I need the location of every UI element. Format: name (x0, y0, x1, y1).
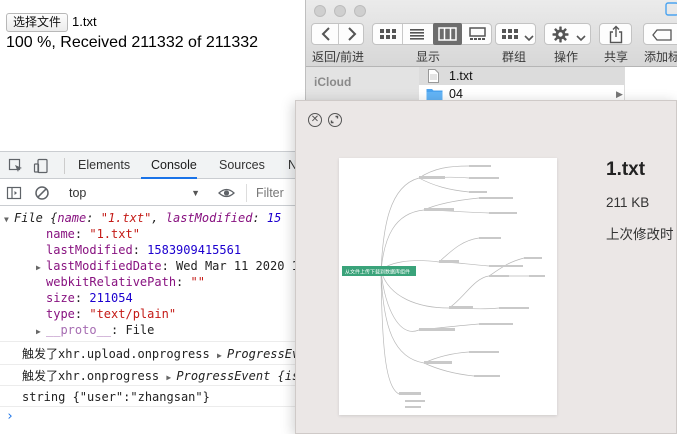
share-icon (609, 25, 623, 49)
upload-progress-text: 100 %, Received 211332 of 211332 (6, 34, 259, 51)
tab-elements[interactable]: Elements (78, 158, 130, 172)
list-view-icon[interactable] (408, 27, 426, 46)
selected-file-name: 1.txt (72, 14, 97, 29)
sidebar-section-icloud: iCloud (314, 75, 352, 89)
chevron-down-icon (576, 29, 586, 47)
prop-type: type: "text/plain" (46, 307, 177, 321)
message-divider (0, 385, 305, 386)
console-output: ▼ File {name: "1.txt", lastModified: 15 n… (0, 207, 306, 434)
tag-icon (652, 28, 672, 46)
toolbar-divider (64, 158, 65, 174)
quicklook-file-size: 211 KB (606, 195, 650, 210)
tab-sources[interactable]: Sources (219, 158, 265, 172)
gallery-view-icon[interactable] (468, 27, 487, 46)
close-icon[interactable]: ✕ (308, 113, 322, 127)
segment-divider (402, 24, 403, 44)
back-arrow-icon[interactable] (319, 25, 333, 48)
group-label: 群组 (502, 50, 527, 64)
inspect-element-icon[interactable] (8, 158, 24, 174)
expand-closed-icon[interactable]: ▶ (36, 324, 46, 340)
quicklook-modified-label: 上次修改时 (606, 227, 674, 243)
quicklook-file-name: 1.txt (606, 159, 646, 180)
sidebar-toggle-icon[interactable] (6, 185, 22, 201)
zoom-window-button[interactable] (354, 5, 366, 17)
svg-text:从文件上传下载到数据库组件: 从文件上传下载到数据库组件 (345, 269, 410, 276)
log-response-string: string {"user":"zhangsan"} (22, 390, 210, 404)
message-divider (0, 364, 305, 365)
tab-console[interactable]: Console (151, 158, 197, 172)
expand-closed-icon[interactable]: ▶ (166, 370, 176, 386)
context-value: top (69, 186, 87, 200)
context-selector[interactable]: top ▼ (63, 184, 206, 202)
forward-arrow-icon[interactable] (345, 25, 359, 48)
gear-icon (552, 26, 569, 48)
segment-divider (338, 24, 339, 44)
icon-view-icon[interactable] (379, 27, 397, 46)
active-tab-indicator (141, 177, 197, 179)
add-tag-label: 添加标 (644, 50, 677, 64)
share-label: 共享 (604, 50, 629, 64)
message-divider (0, 406, 305, 407)
expand-closed-icon[interactable]: ▶ (217, 348, 227, 364)
prop-size: size: 211054 (46, 291, 133, 305)
mindmap-preview: 从文件上传下载到数据库组件 (342, 165, 545, 408)
add-tag-button[interactable] (643, 23, 677, 45)
console-toolbar: top ▼ Filter (0, 180, 305, 206)
prop-last-modified: lastModified: 1583909415561 (46, 243, 242, 257)
prop-proto[interactable]: ▶ __proto__: File (36, 322, 154, 340)
browser-page: 选择文件 1.txt 100 %, Received 211332 of 211… (0, 0, 305, 150)
view-label: 显示 (416, 50, 441, 64)
action-button[interactable] (544, 23, 591, 45)
message-divider (0, 341, 305, 342)
view-mode-control[interactable] (372, 23, 492, 45)
expand-open-icon[interactable]: ▼ (4, 212, 14, 228)
chevron-down-icon (524, 29, 534, 47)
log-xhr-progress[interactable]: 触发了xhr.onprogress ▶ ProgressEvent {is (22, 368, 299, 386)
group-button[interactable] (495, 23, 536, 45)
column-view-selected[interactable] (433, 23, 462, 45)
group-grid-icon (501, 27, 519, 46)
choose-file-button[interactable]: 选择文件 (6, 13, 69, 32)
fullscreen-icon[interactable] (328, 113, 342, 127)
finder-toolbar: 返回/前进 显示 群组 操作 共享 添加标 (306, 0, 677, 67)
devtools-tab-bar: Elements Console Sources N (0, 152, 305, 179)
action-label: 操作 (554, 50, 579, 64)
prop-webkit-relative-path: webkitRelativePath: "" (46, 275, 205, 289)
device-toolbar-icon[interactable] (33, 158, 49, 174)
file-preview-thumbnail: 从文件上传下载到数据库组件 (339, 158, 557, 415)
prop-name: name: "1.txt" (46, 227, 140, 241)
minimize-window-button[interactable] (334, 5, 346, 17)
back-forward-control[interactable] (311, 23, 364, 45)
back-forward-label: 返回/前进 (312, 50, 365, 64)
share-button[interactable] (599, 23, 632, 45)
desktop-screen: 选择文件 1.txt 100 %, Received 211332 of 211… (0, 0, 677, 434)
file-name-label: 1.txt (449, 69, 473, 83)
sidebar-corner-icon (665, 2, 677, 21)
close-window-button[interactable] (314, 5, 326, 17)
log-upload-progress[interactable]: 触发了xhr.upload.onprogress ▶ ProgressEve (22, 346, 306, 364)
devtools-panel: Elements Console Sources N top ▼ Filter (0, 151, 306, 434)
clear-console-icon[interactable] (34, 185, 50, 201)
console-prompt-icon[interactable]: › (6, 409, 14, 424)
eye-icon[interactable] (218, 185, 235, 201)
expand-closed-icon[interactable]: ▶ (36, 260, 46, 276)
dropdown-caret-icon: ▼ (191, 188, 200, 198)
file-row-1-txt[interactable]: 1.txt (419, 67, 624, 85)
quicklook-panel: ✕ 从文件上传下载到数据库组件 1.txt 211 KB 上次修改时 (295, 100, 677, 434)
column-view-icon (438, 27, 457, 46)
